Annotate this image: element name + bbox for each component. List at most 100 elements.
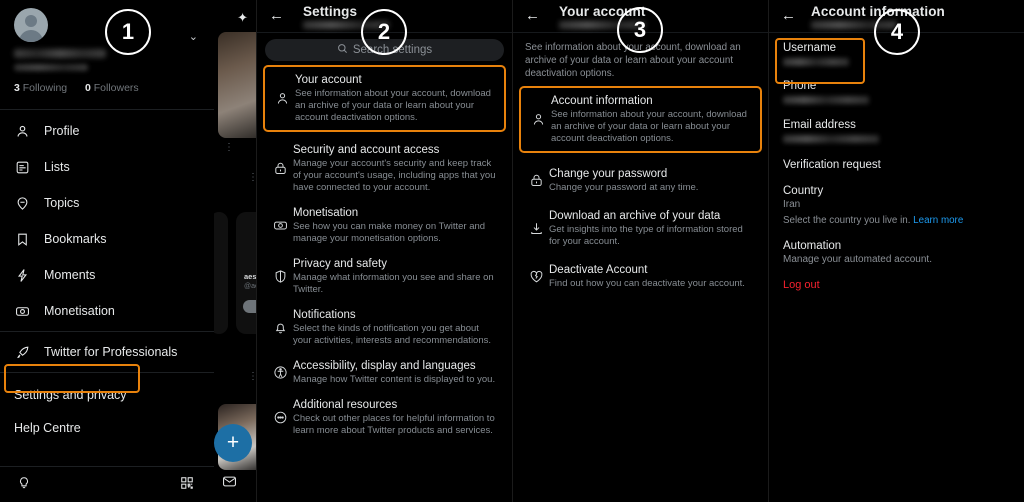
account-item-title: Account information [551,95,653,107]
page-title: Settings [303,4,358,19]
more-options-icon[interactable]: ⋮ [224,143,234,153]
accessibility-icon [267,359,293,386]
log-out-button[interactable]: Log out [769,265,1024,291]
compose-tweet-button[interactable]: + [214,424,252,462]
screenshot-stage: ⋮ ⋮ aestl @ae ⋮ ✦ + ⌄ 3 Following [0,0,1024,502]
settings-item-title: Privacy and safety [293,258,387,270]
shield-icon [267,257,293,296]
step-badge-4: 4 [874,9,920,55]
field-value-redacted [783,58,849,66]
sidebar-item-label: Moments [44,268,96,282]
drawer-bottom-bar [0,466,214,502]
sidebar-item-topics[interactable]: Topics [0,185,214,221]
followers-count: 0 [84,82,91,94]
monetisation-icon [267,206,293,245]
following-label: Following [22,82,68,94]
sidebar-item-profile[interactable]: Profile [0,113,214,149]
field-email-address[interactable]: Email address [769,104,1024,143]
envelope-icon[interactable] [222,474,237,494]
settings-item-title: Your account [295,74,362,86]
monetisation-icon [14,303,31,320]
followers-label: Followers [93,82,139,94]
highlight-settings-and-privacy [4,364,140,393]
person-icon [269,73,295,124]
field-label: Email address [783,119,856,131]
settings-item-privacy-and-safety[interactable]: Privacy and safety Manage what informati… [257,248,512,299]
sidebar-item-bookmarks[interactable]: Bookmarks [0,221,214,257]
drawer-account-header: ⌄ 3 Following 0 Followers [0,0,214,100]
arrow-left-icon[interactable]: ← [525,8,540,23]
more-options-icon[interactable]: ⋮ [248,372,256,382]
list-icon [14,159,31,176]
field-verification-request[interactable]: Verification request [769,143,1024,171]
country-help-text: Select the country you live in. [783,215,911,226]
settings-item-your-account[interactable]: Your account See information about your … [263,65,506,132]
chevron-down-icon[interactable]: ⌄ [189,30,198,43]
settings-item-additional-resources[interactable]: Additional resources Check out other pla… [257,389,512,440]
settings-item-title: Additional resources [293,399,398,411]
settings-item-notifications[interactable]: Notifications Select the kinds of notifi… [257,299,512,350]
qr-code-icon[interactable] [180,476,194,493]
sidebar-item-label: Monetisation [44,304,115,318]
panel-your-account: ← Your account See information about you… [512,0,768,502]
lock-icon [523,167,549,194]
sidebar-item-label: Bookmarks [44,232,107,246]
settings-item-desc: Select the kinds of notification you get… [293,323,492,346]
sidebar-item-label: Twitter for Professionals [44,345,178,359]
panel-account-information: ← Account information Username Phone Ema… [768,0,1024,502]
account-item-account-information[interactable]: Account information See information abou… [519,86,762,153]
panel-settings: ← Settings Search settings Your account … [256,0,512,502]
account-item-title: Deactivate Account [549,264,648,276]
field-label: Country [783,185,824,197]
settings-item-desc: Manage your account's security and keep … [293,158,496,193]
account-item-desc: Find out how you can deactivate your acc… [549,278,745,289]
sparkles-icon[interactable]: ✦ [237,10,248,26]
lightbulb-icon[interactable] [17,476,31,493]
settings-item-security-and-account-access[interactable]: Security and account access Manage your … [257,134,512,197]
person-icon [525,94,551,145]
topics-pin-icon [14,195,31,212]
more-options-icon[interactable]: ⋮ [248,173,256,183]
account-item-desc: Get insights into the type of informatio… [549,224,743,247]
feed-author-handle: @ae [244,283,256,290]
avatar[interactable] [14,8,48,42]
account-item-download-archive[interactable]: Download an archive of your data Get ins… [513,197,768,251]
settings-item-title: Monetisation [293,207,359,219]
settings-item-desc: Check out other places for helpful infor… [293,413,495,436]
learn-more-link[interactable]: Learn more [913,215,963,226]
account-item-change-your-password[interactable]: Change your password Change your passwor… [513,155,768,197]
automation-desc: Manage your automated account. [783,254,932,265]
arrow-left-icon[interactable]: ← [269,8,284,23]
sidebar-item-label: Lists [44,160,70,174]
sidebar-item-label: Profile [44,124,80,138]
side-drawer: ⌄ 3 Following 0 Followers Profile Lists … [0,0,214,502]
step-badge-3: 3 [617,7,663,53]
account-item-desc: See information about your account, down… [551,109,747,144]
arrow-left-icon[interactable]: ← [781,8,796,23]
follow-stats: 3 Following 0 Followers [14,82,200,94]
settings-item-desc: Manage how Twitter content is displayed … [293,374,496,385]
person-icon [14,123,31,140]
country-value: Iran [783,199,801,210]
step-badge-2: 2 [361,9,407,55]
field-country[interactable]: Country Iran Select the country you live… [769,171,1024,226]
sidebar-item-moments[interactable]: Moments [0,257,214,293]
bell-icon [267,308,293,347]
sidebar-item-lists[interactable]: Lists [0,149,214,185]
settings-item-monetisation[interactable]: Monetisation See how you can make money … [257,197,512,248]
account-item-title: Change your password [549,168,668,180]
panel-drawer: ⋮ ⋮ aestl @ae ⋮ ✦ + ⌄ 3 Following [0,0,256,502]
broken-heart-icon [523,263,549,290]
settings-item-accessibility-display-and-languages[interactable]: Accessibility, display and languages Man… [257,350,512,389]
sidebar-item-label: Topics [44,196,80,210]
settings-item-title: Accessibility, display and languages [293,360,476,372]
ellipsis-circle-icon [267,398,293,437]
sidebar-item-help-centre[interactable]: Help Centre [0,411,214,444]
sidebar-item-label: Help Centre [14,420,81,435]
country-help: Select the country you live in. Learn mo… [783,215,1010,226]
settings-item-desc: See how you can make money on Twitter an… [293,221,486,244]
field-automation[interactable]: Automation Manage your automated account… [769,226,1024,265]
account-item-deactivate-account[interactable]: Deactivate Account Find out how you can … [513,251,768,293]
sidebar-item-monetisation[interactable]: Monetisation [0,293,214,329]
field-label: Verification request [783,159,881,171]
